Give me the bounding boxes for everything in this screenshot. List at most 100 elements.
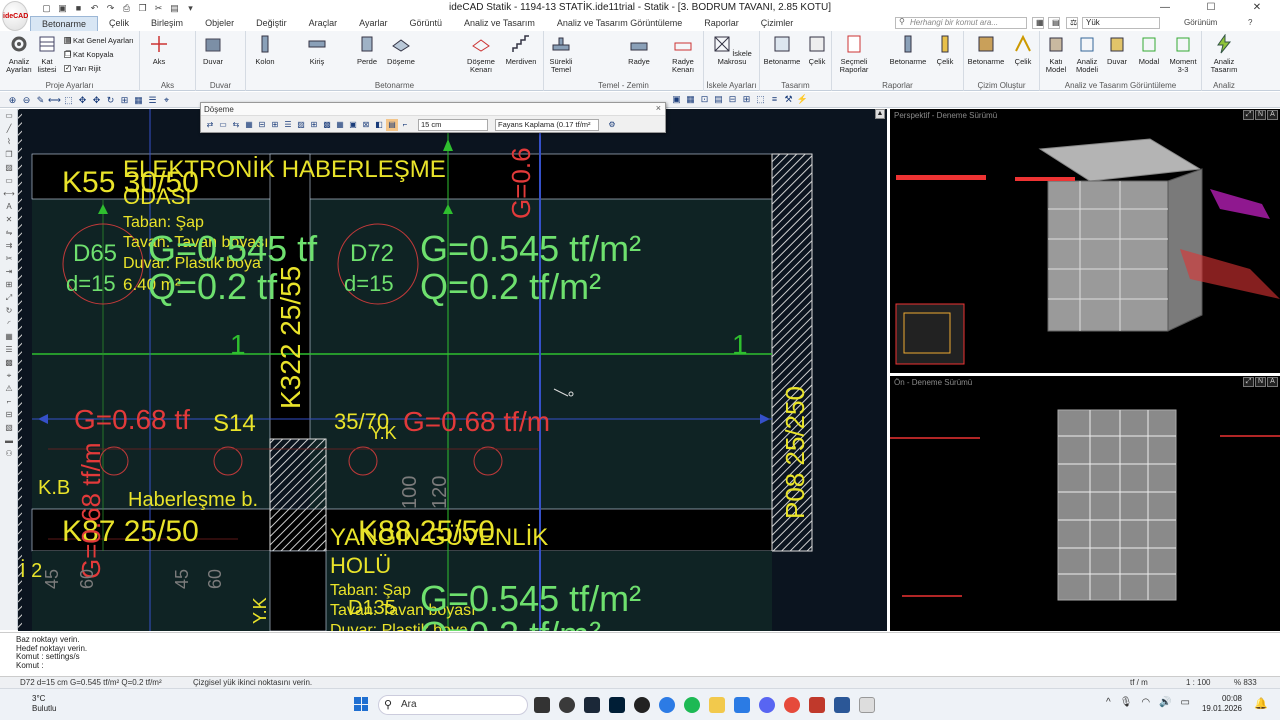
steam-icon[interactable] [584,697,600,713]
close-button[interactable]: ✕ [1234,0,1280,16]
slab-edge-icon[interactable]: ⌐ [399,119,411,131]
microphone-icon[interactable]: 🎙 [1120,697,1133,708]
slab-merge-icon[interactable]: ⊞ [269,119,281,131]
axis-toggle-icon[interactable]: A [1267,110,1278,120]
list-icon[interactable]: ≡ [768,93,781,105]
settings-icon[interactable]: ⚙ [606,119,618,131]
restore-view-icon-2[interactable]: ⤢ [1243,377,1254,387]
tool-figure-icon[interactable]: ⚇ [2,448,16,460]
tab-raporlar[interactable]: Raporlar [693,16,750,31]
tab-goruntu[interactable]: Görüntü [398,16,453,31]
tool-erase-icon[interactable]: ✕ [2,214,16,226]
undo-icon[interactable]: ↶ [88,2,101,14]
snap-icon[interactable]: ⌖ [160,94,173,106]
grid-toggle-icon-2[interactable]: N [1255,377,1266,387]
plan-icon[interactable]: ▤ [712,93,725,105]
slab-cut-icon[interactable]: ⊠ [360,119,372,131]
tool-text-icon[interactable]: A [2,201,16,213]
slab-grid-icon[interactable]: ▦ [243,119,255,131]
help-icon[interactable]: ? [1248,18,1252,27]
cizim-betonarme-button[interactable]: Betonarme [966,34,1006,66]
tool-array-icon[interactable]: ⊞ [2,279,16,291]
move-icon[interactable]: ✥ [76,94,89,106]
cizim-celik-button[interactable]: Çelik [1010,34,1036,66]
rapor-betonarme-button[interactable]: Betonarme [888,34,928,66]
redo-icon[interactable]: ↷ [104,2,117,14]
app-icon-1[interactable] [559,697,575,713]
tasarim-celik-button[interactable]: Çelik [804,34,830,66]
minimize-button[interactable]: — [1142,0,1188,16]
load-icon[interactable]: ⚖ [1066,17,1078,29]
slab-rib-icon[interactable]: ☰ [282,119,294,131]
copy-icon[interactable]: ❐ [136,2,149,14]
edge-icon[interactable] [659,697,675,713]
doseme-button[interactable]: Döşeme [386,34,416,66]
tool-line-icon[interactable]: ╱ [2,123,16,135]
cad-plan-view[interactable]: K55 30/50 ELEKTRONİK HABERLEŞME ODASI Ta… [18,109,887,631]
tab-objeler[interactable]: Objeler [194,16,245,31]
grid-toggle-icon[interactable]: N [1255,110,1266,120]
tab-analiz-goruntuleme[interactable]: Analiz ve Tasarım Görüntüleme [546,16,693,31]
tool-layer-icon[interactable]: ☰ [2,344,16,356]
start-button[interactable] [354,697,368,711]
status-scale[interactable]: 1 : 100 [1186,677,1210,688]
tool-pattern-icon[interactable]: ▩ [2,357,16,369]
tab-cizimler[interactable]: Çizimler [750,16,805,31]
taskbar-search[interactable]: Ara [378,695,528,715]
kati-model-button[interactable]: Katı Model [1042,34,1070,74]
tab-celik[interactable]: Çelik [98,16,140,31]
tab-birlesim[interactable]: Birleşim [140,16,194,31]
kat-listesi-button[interactable]: Kat listesi [34,34,60,74]
tool-trim-icon[interactable]: ✂ [2,253,16,265]
camera-icon[interactable]: ▣ [670,93,683,105]
analiz-modeli-button[interactable]: Analiz Modeli [1072,34,1102,74]
open-folder-icon[interactable]: ▣ [56,2,69,14]
layers-icon[interactable]: ☰ [146,94,159,106]
chevron-up-icon[interactable]: ^ [1106,697,1111,708]
modal-button[interactable]: Modal [1136,34,1162,66]
tasarim-betonarme-button[interactable]: Betonarme [762,34,802,66]
tool-offset-icon[interactable]: ⇉ [2,240,16,252]
view-menu[interactable]: Görünüm [1184,18,1217,27]
volume-icon[interactable]: 🔊 [1159,697,1171,708]
iskele-makrosu-button[interactable]: İskele Makrosu [712,34,752,66]
cut-icon[interactable]: ✂ [152,2,165,14]
duvar-button[interactable]: Duvar [200,34,226,66]
slab-hatch-icon[interactable]: ▨ [295,119,307,131]
paste-icon[interactable]: ▤ [168,2,181,14]
word-icon[interactable] [834,697,850,713]
tool-mirror-icon[interactable]: ⇋ [2,227,16,239]
restore-view-icon[interactable]: ⤢ [1243,110,1254,120]
finish-select[interactable]: Fayans Kaplama (0.17 tf/m² [495,118,599,131]
tool-node-icon[interactable]: ⌖ [2,370,16,382]
doseme-kenari-button[interactable]: Döşeme Kenarı [466,34,496,74]
tool-select-icon[interactable]: ▭ [2,110,16,122]
tab-analiz-tasarim[interactable]: Analiz ve Tasarım [453,16,546,31]
weather-widget[interactable]: 3°C Bulutlu [32,694,56,714]
window-icon[interactable]: ⊞ [118,94,131,106]
slab-split-icon[interactable]: ⊟ [256,119,268,131]
spotify-icon[interactable] [684,697,700,713]
perspective-view[interactable]: Perspektif - Deneme Sürümü ⤢ N A [890,109,1280,373]
kiris-button[interactable]: Kiriş [304,34,330,66]
thickness-select[interactable]: 15 cm [418,118,488,131]
perde-button[interactable]: Perde [354,34,380,66]
analiz-tasarim-button[interactable]: Analiz Tasarım [1204,33,1244,74]
tool-rotate-icon[interactable]: ↻ [2,305,16,317]
tab-araclar[interactable]: Araçlar [298,16,349,31]
maximize-button[interactable]: ☐ [1188,0,1234,16]
render-icon[interactable]: ▦ [684,93,697,105]
slab-box-icon[interactable]: ▣ [347,119,359,131]
tool-polyline-icon[interactable]: ⌇ [2,136,16,148]
measure-icon[interactable]: ⟷ [48,94,61,106]
status-zoom[interactable]: % 833 [1234,677,1257,688]
tool-hatch2-icon[interactable]: ▧ [2,422,16,434]
slab-arrow-icon[interactable]: ⇄ [204,119,216,131]
pane-arrow-icon[interactable]: ▲ [875,109,885,119]
surekli-temel-button[interactable]: Sürekli Temel [546,34,576,74]
layer-icon[interactable]: ▤ [1048,17,1060,29]
rapor-celik-button[interactable]: Çelik [932,34,958,66]
tool-beam-icon[interactable]: ▬ [2,435,16,447]
slab-pattern-icon[interactable]: ▩ [321,119,333,131]
section-icon[interactable]: ⊟ [726,93,739,105]
